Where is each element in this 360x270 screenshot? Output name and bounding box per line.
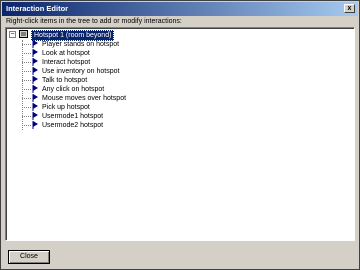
flag-icon <box>32 67 38 75</box>
tree-item-label: Interact hotspot <box>42 59 91 66</box>
tree-branch <box>22 53 31 54</box>
tree-branch <box>22 125 31 126</box>
flag-icon <box>32 94 38 102</box>
interaction-tree[interactable]: − Hotspot 1 (room beyond) Player stands … <box>5 27 355 241</box>
flag-icon <box>32 76 38 84</box>
flag-icon <box>32 112 38 120</box>
tree-branch <box>22 116 31 117</box>
tree-item-label: Usermode1 hotspot <box>42 113 104 120</box>
flag-icon <box>32 85 38 93</box>
tree-branch <box>22 71 31 72</box>
flag-icon <box>32 103 38 111</box>
close-icon: x <box>347 5 352 12</box>
tree-item-label: Look at hotspot <box>42 50 90 57</box>
tree-branch <box>22 107 31 108</box>
tree-branch <box>22 44 31 45</box>
tree-item-label: Use inventory on hotspot <box>42 68 120 75</box>
flag-icon <box>32 58 38 66</box>
instruction-text: Right-click items in the tree to add or … <box>6 18 182 25</box>
tree-branch <box>22 62 31 63</box>
collapse-icon[interactable]: − <box>9 31 16 38</box>
hotspot-icon <box>19 30 28 38</box>
tree-branch <box>22 89 31 90</box>
button-bar <box>2 244 358 269</box>
tree-item-label: Any click on hotspot <box>42 86 105 93</box>
tree-branch <box>22 98 31 99</box>
title-bar[interactable]: Interaction Editor x <box>2 2 358 16</box>
tree-item-label: Pick up hotspot <box>42 104 90 111</box>
tree-item-label: Player stands on hotspot <box>42 41 120 48</box>
close-button[interactable]: Close <box>8 250 50 264</box>
window-title: Interaction Editor <box>6 4 69 13</box>
close-window-button[interactable]: x <box>344 4 355 13</box>
flag-icon <box>32 121 38 129</box>
flag-icon <box>32 49 38 57</box>
tree-item-label: Usermode2 hotspot <box>42 122 104 129</box>
tree-item-label: Mouse moves over hotspot <box>42 95 127 102</box>
tree-item-label: Talk to hotspot <box>42 77 88 84</box>
tree-branch <box>22 80 31 81</box>
interaction-editor-window: Interaction Editor x Right-click items i… <box>0 0 360 270</box>
flag-icon <box>32 40 38 48</box>
